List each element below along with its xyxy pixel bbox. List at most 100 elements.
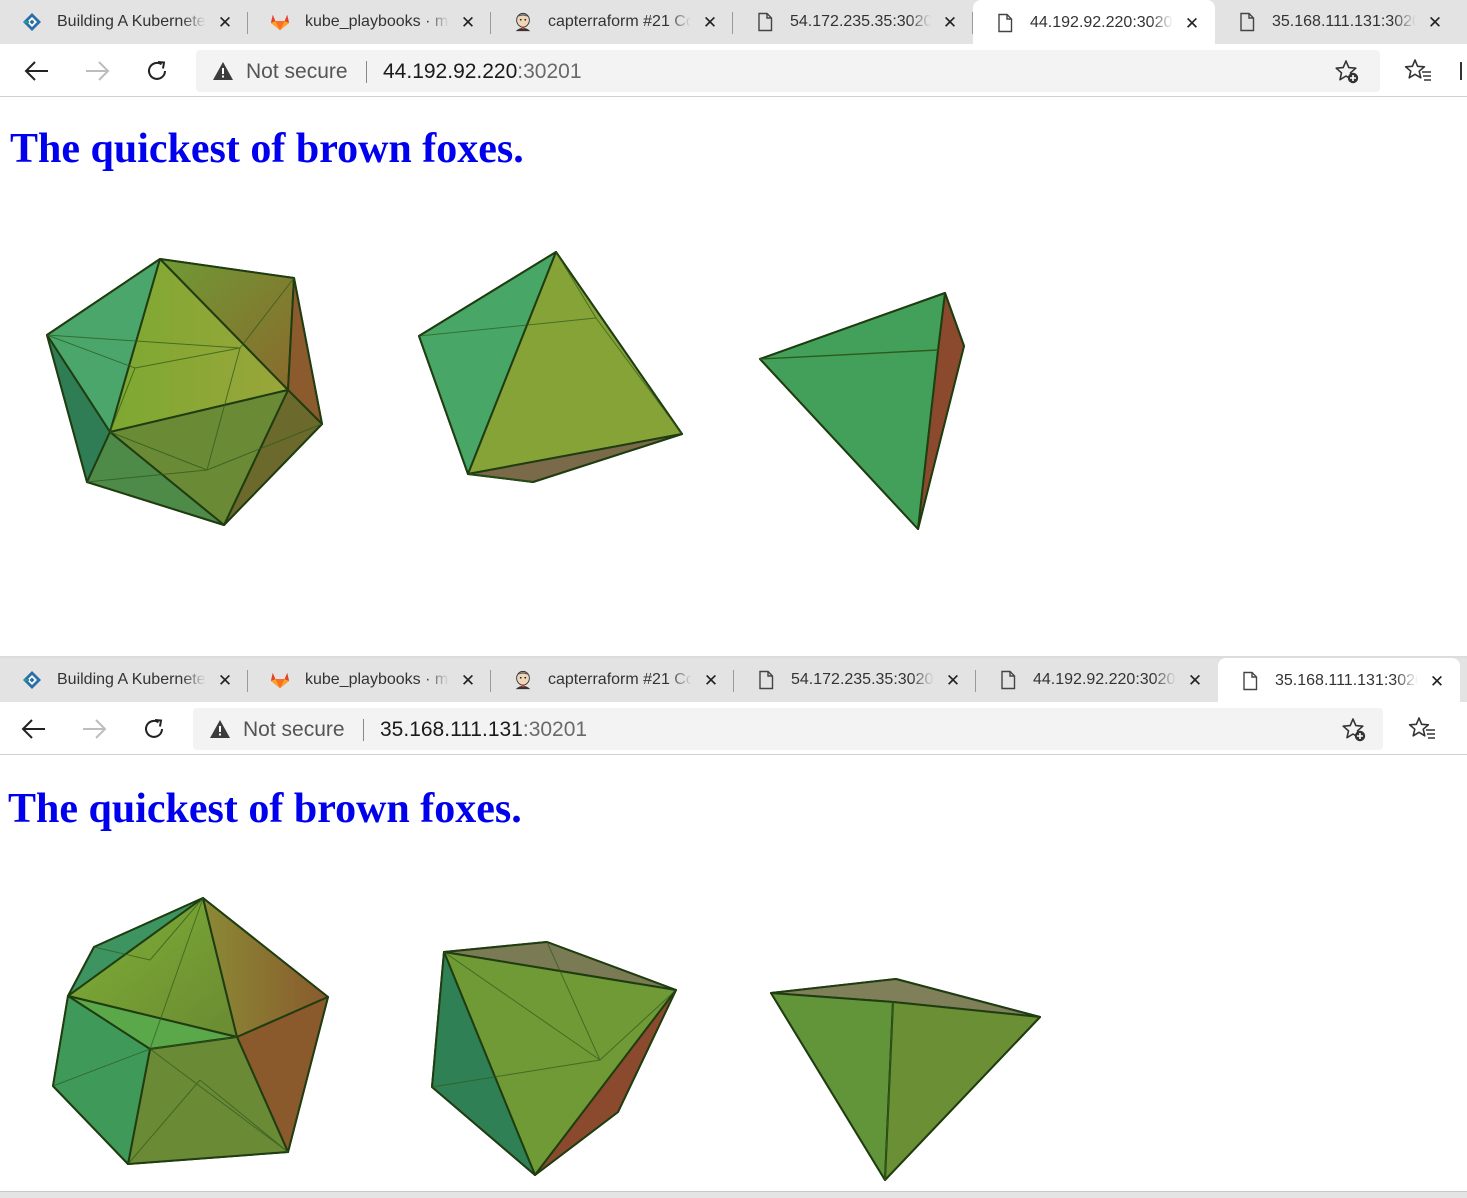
forward-button[interactable] [77,712,111,746]
toolbar: Not secure 44.192.92.220:30201 [0,46,1467,97]
page-icon [1240,671,1260,691]
tab-close-button[interactable]: ✕ [1184,669,1206,691]
warning-triangle-icon [210,720,230,738]
forward-arrow-icon [86,61,110,81]
page-content: The quickest of brown foxes. [0,755,1467,1191]
forward-button[interactable] [80,54,114,88]
security-status[interactable]: Not secure [246,60,348,84]
gitlab-fox-icon [270,12,290,32]
address-bar[interactable]: Not secure 35.168.111.131:30201 [193,708,1383,750]
page-content: The quickest of brown foxes. [0,97,1467,656]
close-icon: ✕ [702,12,718,32]
close-icon: ✕ [460,12,476,32]
octahedron [418,251,683,483]
close-icon: ✕ [1427,12,1443,32]
favorites-list-icon[interactable] [1408,715,1436,743]
tab-capterraform-console[interactable]: capterraform #21 Console ✕ [491,658,734,702]
close-icon: ✕ [460,670,476,690]
forward-arrow-icon [83,719,107,739]
url-port: :30201 [522,718,588,741]
tetrahedron [759,292,965,530]
reload-icon [148,61,166,80]
close-icon: ✕ [1429,671,1445,691]
polyhedra-graphic [46,251,965,530]
tab-close-button[interactable]: ✕ [700,669,722,691]
tab-kube-playbooks[interactable]: kube_playbooks · master ✕ [248,0,491,44]
icosahedron [52,897,329,1165]
tab-35-168-111-131[interactable]: 35.168.111.131:30201 ✕ [1215,0,1458,44]
tab-title: 44.192.92.220:30201 [1033,671,1176,688]
tab-close-button[interactable]: ✕ [1426,670,1448,692]
tab-close-button[interactable]: ✕ [214,11,236,33]
toolbar: Not secure 35.168.111.131:30201 [0,704,1467,755]
address-bar[interactable]: Not secure 44.192.92.220:30201 [196,50,1380,92]
tab-close-button[interactable]: ✕ [1181,12,1203,34]
tab-strip: Building A Kubernetes ✕ kube_playbooks ·… [0,0,1467,46]
tab-close-button[interactable]: ✕ [1424,11,1446,33]
kubernetes-icon [22,12,42,32]
tab-close-button[interactable]: ✕ [457,11,479,33]
tab-title: 35.168.111.131:30201 [1275,672,1418,689]
tab-close-button[interactable]: ✕ [214,669,236,691]
tab-44-192-92-220[interactable]: 44.192.92.220:30201 ✕ [973,0,1215,46]
reload-button[interactable] [140,54,174,88]
tab-54-172-235-35[interactable]: 54.172.235.35:30201 ✕ [733,0,973,44]
back-arrow-icon [24,61,48,81]
tab-title: capterraform #21 Console [548,671,692,688]
add-favorite-star-icon[interactable] [1341,717,1367,743]
tab-close-button[interactable]: ✕ [457,669,479,691]
url-text[interactable]: 44.192.92.220:30201 [383,60,582,84]
tab-close-button[interactable]: ✕ [699,11,721,33]
tab-kube-playbooks[interactable]: kube_playbooks · master ✕ [248,658,491,702]
close-icon: ✕ [1184,13,1200,33]
close-icon: ✕ [945,670,961,690]
tab-title: kube_playbooks · master [305,671,449,688]
close-icon: ✕ [703,670,719,690]
tab-title: Building A Kubernetes [57,13,206,30]
close-icon: ✕ [1187,670,1203,690]
tab-title: kube_playbooks · master [305,13,449,30]
tab-title: 54.172.235.35:30201 [790,13,931,30]
browser-window-1: Building A Kubernetes ✕ kube_playbooks ·… [0,0,1467,656]
back-button[interactable] [20,54,54,88]
browser-window-2: Building A Kubernetes ✕ kube_playbooks ·… [0,658,1467,1191]
reload-icon [145,719,163,738]
back-arrow-icon [21,719,45,739]
warning-triangle-icon [213,62,233,80]
add-favorite-star-icon[interactable] [1334,59,1360,85]
tab-title: capterraform #21 Console [548,13,691,30]
page-icon [1237,12,1257,32]
page-icon [756,670,776,690]
page-icon [995,13,1015,33]
tab-title: 54.172.235.35:30201 [791,671,934,688]
tab-35-168-111-131[interactable]: 35.168.111.131:30201 ✕ [1218,658,1460,704]
url-text[interactable]: 35.168.111.131:30201 [380,718,587,742]
security-status[interactable]: Not secure [243,718,345,742]
page-icon [755,12,775,32]
favorites-list-icon[interactable] [1404,57,1432,85]
settings-menu-icon[interactable] [1460,60,1467,82]
tab-title: Building A Kubernetes [57,671,206,688]
url-host: 35.168.111.131 [380,718,523,741]
tab-building-kubernetes[interactable]: Building A Kubernetes ✕ [0,658,248,702]
close-icon: ✕ [217,12,233,32]
kubernetes-icon [22,670,42,690]
close-icon: ✕ [217,670,233,690]
polyhedra-graphic [52,897,1041,1181]
tab-title: 44.192.92.220:30201 [1030,14,1173,31]
jenkins-butler-icon [513,670,533,690]
tab-capterraform-console[interactable]: capterraform #21 Console ✕ [491,0,733,44]
tab-building-kubernetes[interactable]: Building A Kubernetes ✕ [0,0,248,44]
tab-44-192-92-220[interactable]: 44.192.92.220:30201 ✕ [976,658,1218,702]
tab-title: 35.168.111.131:30201 [1272,13,1416,30]
page-icon [998,670,1018,690]
tab-strip: Building A Kubernetes ✕ kube_playbooks ·… [0,658,1467,704]
icosahedron [46,258,323,526]
back-button[interactable] [17,712,51,746]
tab-54-172-235-35[interactable]: 54.172.235.35:30201 ✕ [734,658,976,702]
octahedron [431,941,677,1176]
reload-button[interactable] [137,712,171,746]
tab-close-button[interactable]: ✕ [939,11,961,33]
tab-close-button[interactable]: ✕ [942,669,964,691]
url-port: :30201 [517,60,582,83]
